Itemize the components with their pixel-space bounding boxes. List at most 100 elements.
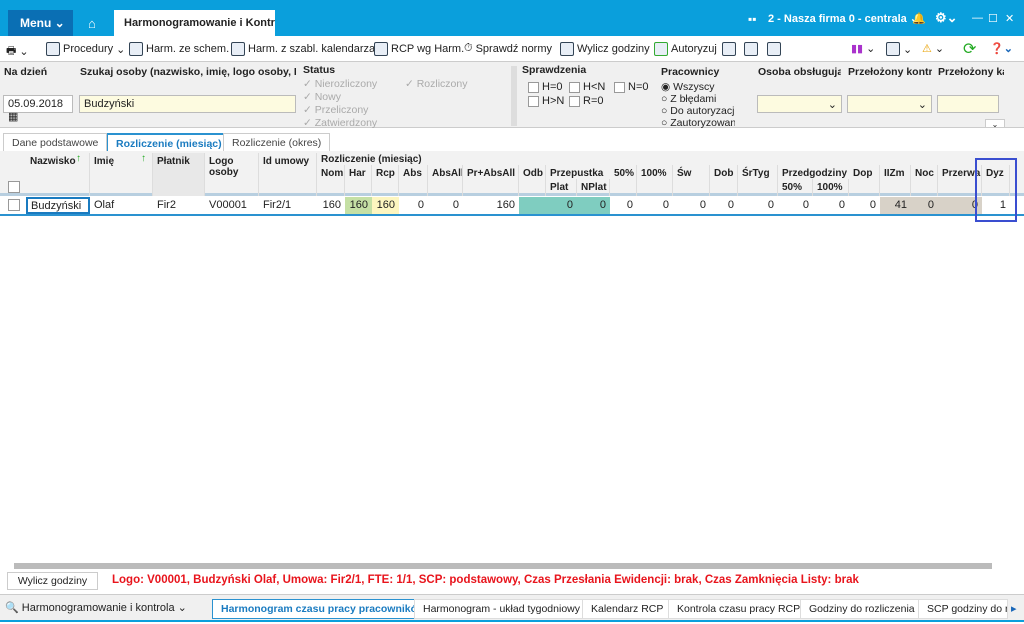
table-row[interactable]: Budzyński Olaf Fir2 V00001 Fir2/1 160 160 160 0 0… — [0, 197, 1024, 216]
column-header[interactable]: Odb — [519, 165, 546, 196]
sprawdz-normy-button[interactable]: ⏱ Sprawdź normy — [464, 42, 552, 55]
status-nierozliczony[interactable]: ✓ Nierozliczony — [303, 78, 377, 90]
sort-asc-2-icon[interactable]: ↑ — [141, 153, 146, 164]
harm-ze-schem-button[interactable]: Harm. ze schem. — [129, 42, 229, 56]
radio-zautoryzowani[interactable]: ○ Zautoryzowani — [661, 117, 735, 128]
module-icon: 🔍 — [5, 602, 19, 614]
bottom-tab-uklad-tygodniowy[interactable]: Harmonogram - układ tygodniowy — [414, 599, 589, 619]
search-input[interactable]: Budzyński — [79, 95, 296, 113]
bottom-tab-godziny[interactable]: Godziny do rozliczenia — [800, 599, 924, 619]
check-h0[interactable]: H=0 — [528, 81, 563, 93]
column-header[interactable]: Rcp — [372, 165, 399, 196]
radio-z-bledami[interactable]: ○ Z błędami — [661, 93, 716, 105]
apps-grid-icon[interactable]: ▪▪ — [748, 12, 757, 26]
calendar-check-button[interactable] — [744, 42, 758, 56]
company-label: 2 - Nasza firma 0 - centrala — [768, 13, 907, 25]
date-field[interactable]: 05.09.2018 ▦ — [3, 95, 73, 123]
tab-rozliczenie-miesiac[interactable]: Rozliczenie (miesiąc) — [107, 133, 231, 152]
column-header[interactable]: Plat — [546, 179, 577, 196]
expand-filters-button[interactable]: ⌄ — [985, 119, 1005, 129]
sort-asc-1-icon[interactable]: ↑ — [76, 153, 81, 164]
minimize-button[interactable]: — — [972, 12, 983, 24]
rcp-wg-harm-button[interactable]: RCP wg Harm. — [374, 42, 464, 56]
column-header[interactable]: Logo osoby — [205, 153, 259, 196]
status-przeliczony[interactable]: ✓ Przeliczony — [303, 104, 368, 116]
check-hgtn[interactable]: H>N — [528, 95, 564, 107]
search-label: Szukaj osoby (nazwisko, imię, logo osoby… — [80, 66, 296, 78]
radio-do-autoryzacji[interactable]: ○ Do autoryzacji — [661, 105, 735, 117]
status-option-label: Rozliczony — [416, 78, 468, 90]
bell-icon[interactable]: 🔔 — [912, 12, 926, 25]
bottom-tab-kontrola-rcp[interactable]: Kontrola czasu pracy RCP — [668, 599, 810, 619]
status-scrollbar[interactable] — [511, 66, 517, 126]
company-selector[interactable]: 2 - Nasza firma 0 - centrala ⌄ — [768, 12, 919, 25]
column-header[interactable]: IIZm — [880, 165, 911, 196]
column-header[interactable]: Har — [345, 165, 372, 196]
column-header[interactable]: 100% — [637, 165, 673, 196]
gear-icon[interactable]: ⚙⌄ — [935, 10, 958, 26]
home-icon[interactable]: ⌂ — [88, 16, 96, 31]
wylicz-godziny-status-button[interactable]: Wylicz godziny — [7, 572, 98, 590]
horizontal-scrollbar[interactable] — [14, 563, 992, 569]
column-header[interactable]: NPlat — [577, 179, 610, 196]
row-checkbox[interactable] — [8, 199, 20, 211]
app-tab[interactable]: Harmonogramowanie i Kontrola — [114, 10, 275, 36]
check-hltn[interactable]: H<N — [569, 81, 605, 93]
radio-wszyscy[interactable]: ◉ Wszyscy — [661, 81, 715, 93]
status-nowy[interactable]: ✓ Nowy — [303, 91, 341, 103]
cell-3: V00001 — [209, 199, 247, 211]
harm-szabl-button[interactable]: Harm. z szabl. kalendarza — [231, 42, 375, 56]
status-rozliczony[interactable]: ✓ Rozliczony — [405, 78, 468, 90]
column-header[interactable]: Nom — [317, 165, 345, 196]
calendar-grid-button[interactable] — [722, 42, 736, 56]
cell-13: 0 — [577, 197, 610, 214]
check-r0[interactable]: R=0 — [569, 95, 604, 107]
cell-5: 160 — [322, 199, 341, 211]
cell-0[interactable]: Budzyński — [26, 197, 90, 214]
bottom-tab-harmonogram[interactable]: Harmonogram czasu pracy pracowników — [212, 599, 435, 619]
column-header[interactable]: 100% — [813, 179, 849, 196]
column-header[interactable]: Św — [673, 165, 710, 196]
osoba-obslugujaca-select[interactable]: ⌄ — [757, 95, 842, 113]
close-button[interactable]: ✕ — [1005, 12, 1014, 25]
module-selector[interactable]: 🔍 Harmonogramowanie i kontrola ⌄ — [5, 601, 187, 614]
column-header[interactable]: Płatnik — [153, 153, 205, 196]
menu-label: Menu — [20, 16, 52, 30]
chart-button[interactable]: ▮▮ ⌄ — [851, 42, 875, 55]
przelozony-kontrolujacy-select[interactable]: ⌄ — [847, 95, 932, 113]
tab-rozliczenie-okres[interactable]: Rozliczenie (okres) — [223, 133, 331, 152]
print-button[interactable]: 🖶 ⌄ — [6, 42, 29, 61]
refresh-icon[interactable]: ⟳ — [963, 39, 976, 59]
bottom-tab-kalendarz-rcp[interactable]: Kalendarz RCP — [582, 599, 673, 619]
select-all-checkbox[interactable] — [8, 181, 20, 193]
column-header[interactable]: Id umowy — [259, 153, 317, 196]
maximize-button[interactable]: ☐ — [988, 12, 998, 25]
cell-19: 0 — [802, 199, 809, 211]
column-header[interactable]: Dob — [710, 165, 738, 196]
window-button[interactable]: ⌄ — [886, 42, 912, 56]
column-header[interactable]: 50% — [610, 165, 637, 196]
column-header[interactable]: Noc — [911, 165, 938, 196]
column-header[interactable]: AbsAll — [428, 165, 463, 196]
column-header[interactable]: Pr+AbsAll — [463, 165, 519, 196]
column-header[interactable]: 50% — [778, 179, 813, 196]
scroll-right-icon[interactable]: ▸ — [1011, 602, 1017, 615]
menu-button[interactable]: Menu ⌄ — [8, 10, 73, 36]
bottom-tab-scp[interactable]: SCP godziny do rozliczenia — [918, 599, 1008, 619]
check-label: H>N — [542, 95, 565, 107]
printer-icon: 🖶 — [6, 45, 17, 57]
check-n0[interactable]: N=0 — [614, 81, 649, 93]
help-icon[interactable]: ❓⌄ — [990, 42, 1013, 55]
export-button[interactable] — [767, 42, 781, 56]
column-header[interactable]: ŚrTyg — [738, 165, 778, 196]
column-header[interactable]: Dop — [849, 165, 880, 196]
tab-dane-podstawowe[interactable]: Dane podstawowe — [3, 133, 108, 152]
column-header[interactable]: Abs — [399, 165, 428, 196]
status-zatwierdzony[interactable]: ✓ Zatwierdzony — [303, 117, 377, 129]
warning-button[interactable]: ⚠ ⌄ — [922, 42, 944, 55]
procedury-button[interactable]: Procedury ⌄ — [46, 42, 125, 56]
przelozony-kadrowy-select[interactable] — [937, 95, 999, 113]
autoryzuj-button[interactable]: Autoryzuj — [654, 42, 717, 56]
wylicz-godziny-button[interactable]: Wylicz godziny — [560, 42, 650, 56]
calendar-grid-icon — [722, 42, 736, 56]
